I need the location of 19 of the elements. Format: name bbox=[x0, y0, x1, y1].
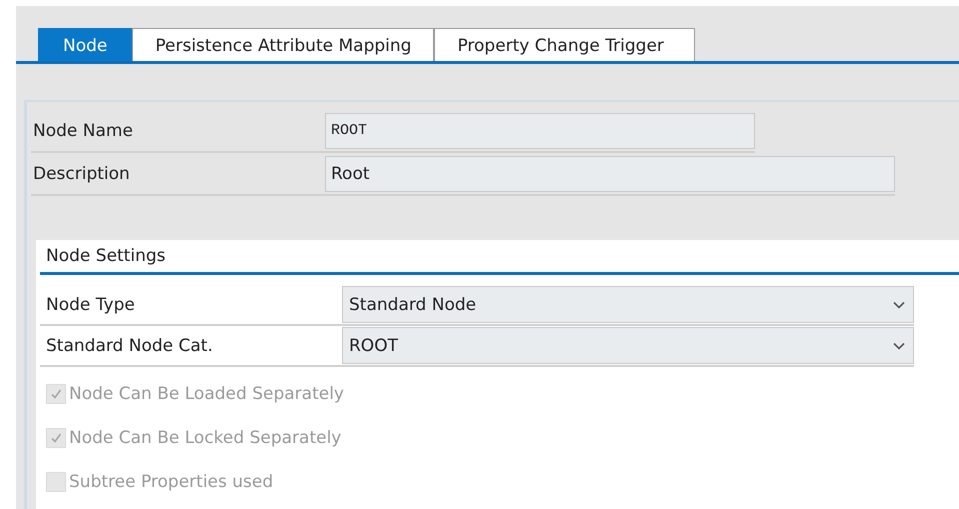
input-field[interactable]: ROOT bbox=[325, 112, 755, 148]
field-label: Standard Node Cat. bbox=[45, 336, 214, 356]
field-label: Node Type bbox=[45, 294, 136, 314]
check-icon bbox=[49, 431, 63, 445]
chevron-down-icon bbox=[893, 342, 905, 350]
dropdown[interactable]: ROOT bbox=[342, 327, 914, 364]
tab[interactable]: Node bbox=[38, 28, 132, 61]
section-title: Node Settings bbox=[40, 240, 959, 275]
chevron-down-icon bbox=[893, 300, 905, 308]
tab[interactable]: Persistence Attribute Mapping bbox=[132, 28, 434, 61]
tab[interactable]: Property Change Trigger bbox=[434, 28, 695, 61]
checkbox-label: Subtree Properties used bbox=[69, 472, 274, 492]
field-label: Description bbox=[32, 164, 131, 184]
check-icon bbox=[49, 387, 63, 401]
checkbox-label: Node Can Be Locked Separately bbox=[69, 428, 342, 448]
checkbox-label: Node Can Be Loaded Separately bbox=[69, 384, 344, 404]
dropdown[interactable]: Standard Node bbox=[342, 286, 914, 323]
field-label: Node Name bbox=[32, 120, 134, 140]
input-field[interactable]: Root bbox=[325, 156, 895, 192]
